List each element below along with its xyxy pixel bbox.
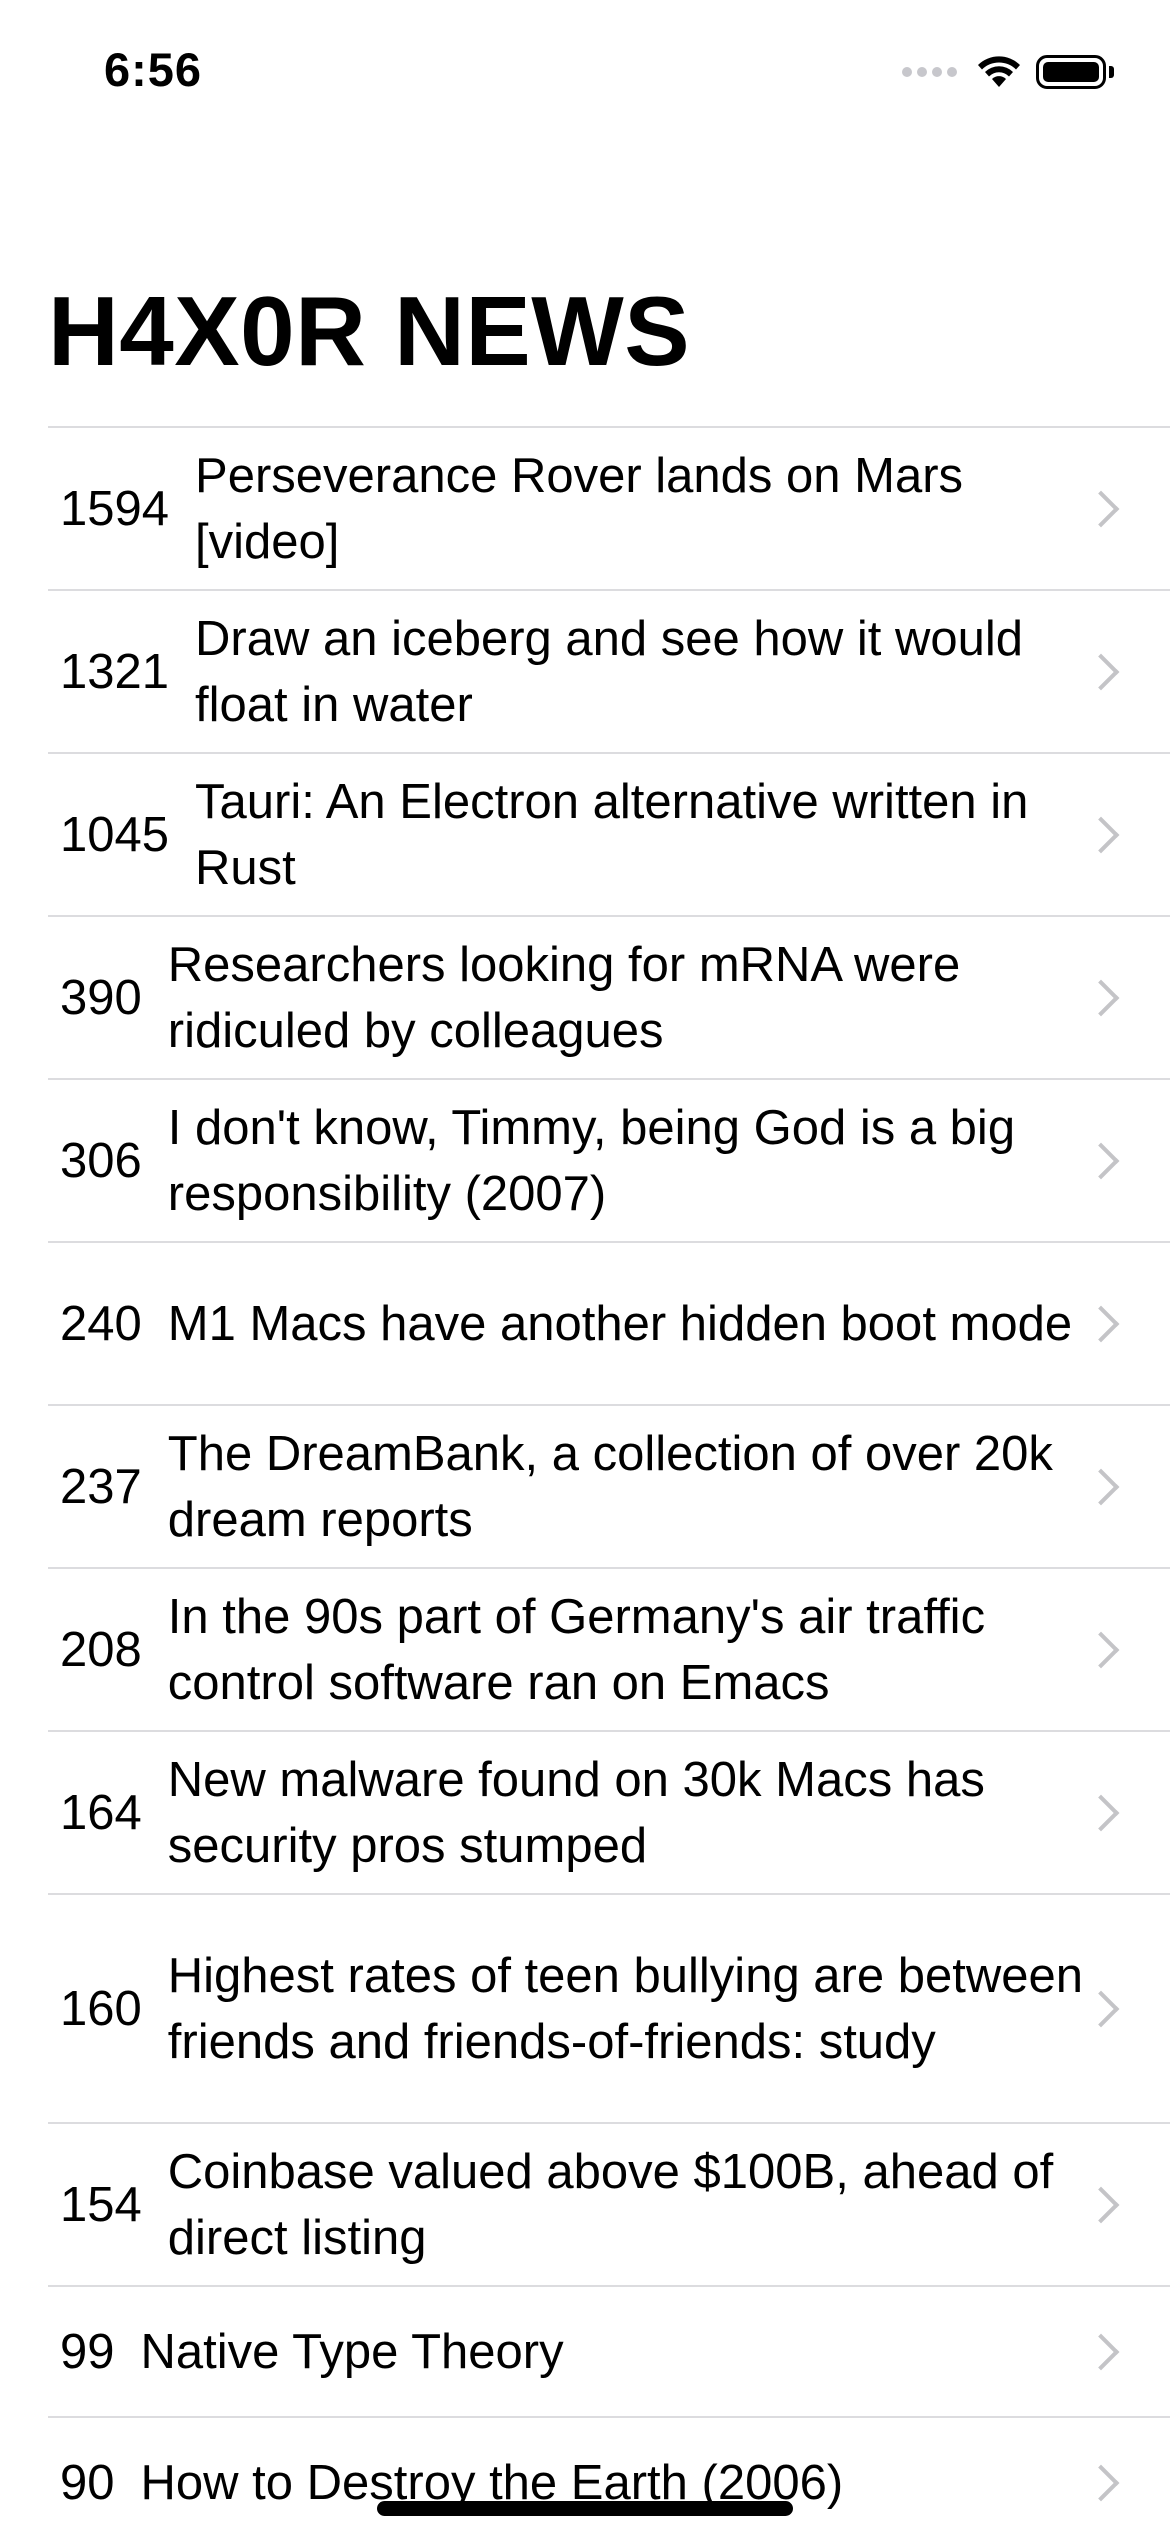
list-item[interactable]: 390 Researchers looking for mRNA were ri… [48,915,1170,1078]
story-title: Native Type Theory [140,2324,564,2379]
story-points: 154 [60,2177,142,2232]
story-points: 306 [60,1133,142,1188]
list-item[interactable]: 90 How to Destroy the Earth (2006) [48,2416,1170,2547]
story-title: Researchers looking for mRNA were ridicu… [167,937,961,1058]
story-points: 99 [60,2324,115,2379]
story-points: 1321 [60,644,170,699]
story-points: 90 [60,2455,115,2510]
story-title: Tauri: An Electron alternative written i… [195,774,1029,895]
list-item[interactable]: 237 The DreamBank, a collection of over … [48,1404,1170,1567]
story-points: 160 [60,1981,142,2036]
list-item[interactable]: 1321 Draw an iceberg and see how it woul… [48,589,1170,752]
cellular-signal-icon [902,67,962,77]
page-title: H4X0R NEWS [48,276,691,386]
story-title: Draw an iceberg and see how it would flo… [195,611,1024,732]
story-title: Coinbase valued above $100B, ahead of di… [167,2144,1054,2265]
list-item[interactable]: 208 In the 90s part of Germany's air tra… [48,1567,1170,1730]
story-title: In the 90s part of Germany's air traffic… [167,1589,986,1710]
story-points: 164 [60,1785,142,1840]
story-title: New malware found on 30k Macs has securi… [167,1752,985,1873]
status-icons [902,50,1114,94]
battery-icon [1036,55,1106,89]
story-title: Highest rates of teen bullying are betwe… [167,1948,1083,2069]
list-item[interactable]: 1045 Tauri: An Electron alternative writ… [48,752,1170,915]
list-item[interactable]: 160 Highest rates of teen bullying are b… [48,1893,1170,2122]
story-title: The DreamBank, a collection of over 20k … [167,1426,1053,1547]
story-points: 1045 [60,807,170,862]
story-points: 1594 [60,481,170,536]
story-title: M1 Macs have another hidden boot mode [167,1296,1073,1351]
home-indicator[interactable] [377,2501,793,2516]
story-title: I don't know, Timmy, being God is a big … [167,1100,1016,1221]
list-item[interactable]: 240 M1 Macs have another hidden boot mod… [48,1241,1170,1404]
status-time: 6:56 [104,43,203,96]
story-list: 1594 Perseverance Rover lands on Mars [v… [48,426,1170,2547]
status-bar: 6:56 [0,0,1170,150]
story-title: Perseverance Rover lands on Mars [video] [195,448,964,569]
story-points: 237 [60,1459,142,1514]
story-points: 240 [60,1296,142,1351]
story-points: 390 [60,970,142,1025]
list-item[interactable]: 306 I don't know, Timmy, being God is a … [48,1078,1170,1241]
list-item[interactable]: 99 Native Type Theory [48,2285,1170,2416]
wifi-icon [978,56,1020,87]
story-points: 208 [60,1622,142,1677]
list-item[interactable]: 164 New malware found on 30k Macs has se… [48,1730,1170,1893]
list-item[interactable]: 1594 Perseverance Rover lands on Mars [v… [48,426,1170,589]
battery-cap [1109,66,1114,78]
list-item[interactable]: 154 Coinbase valued above $100B, ahead o… [48,2122,1170,2285]
